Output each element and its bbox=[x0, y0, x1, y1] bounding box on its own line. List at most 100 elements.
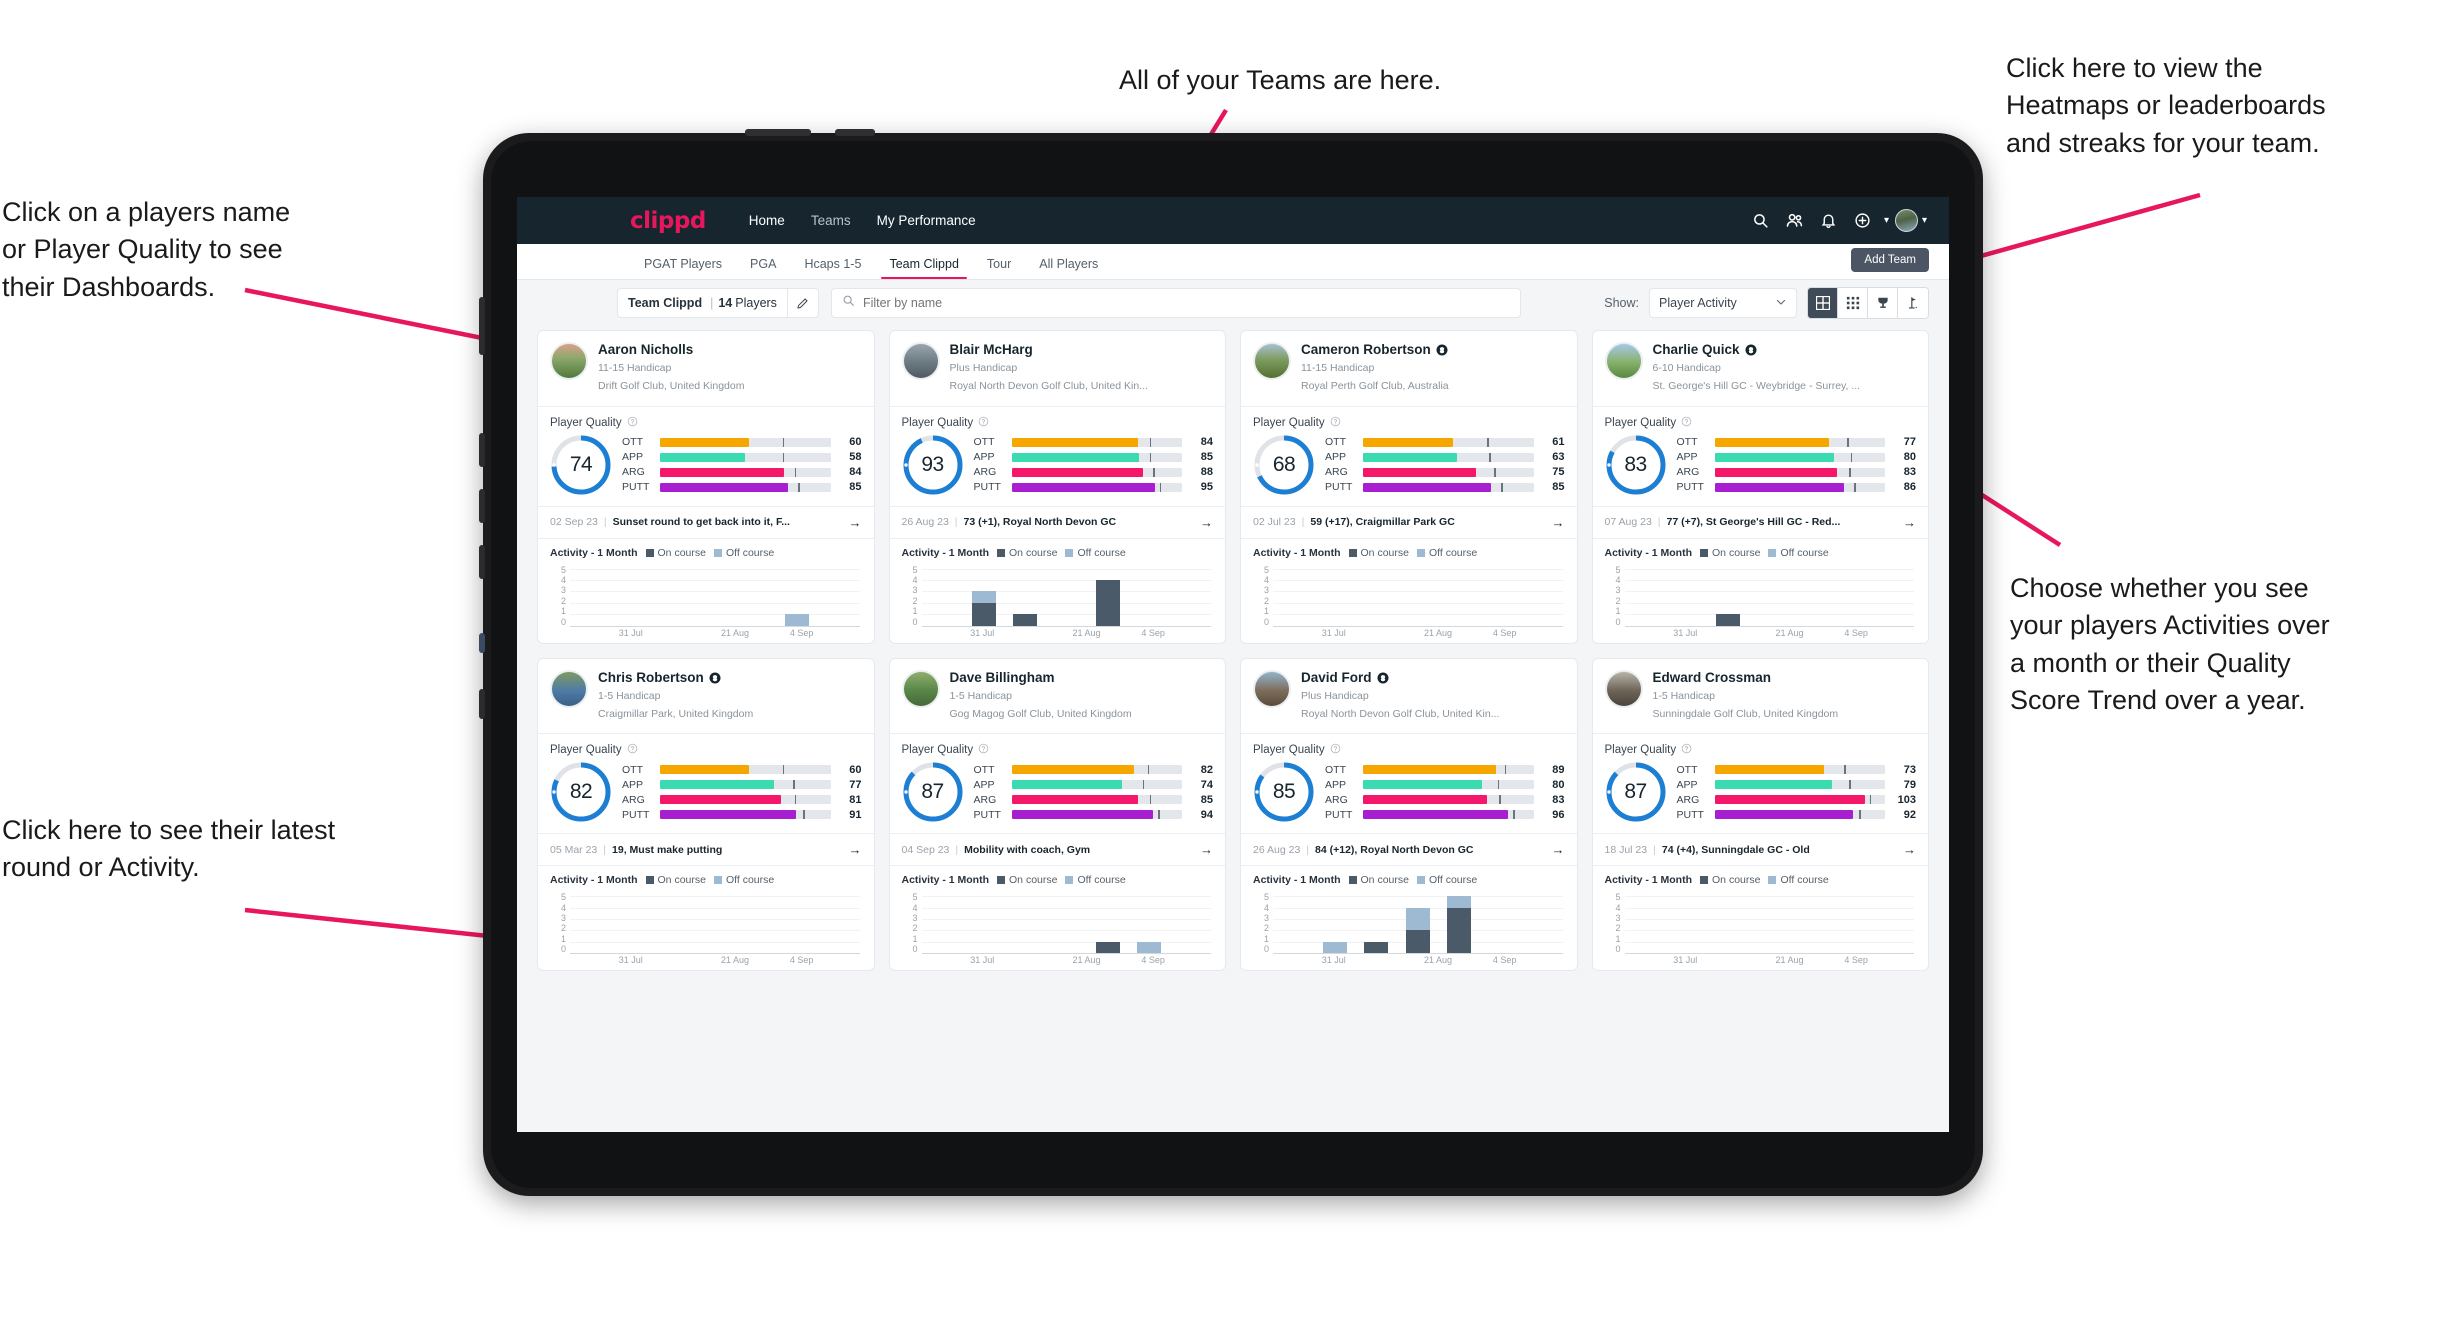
tab-pga[interactable]: PGA bbox=[736, 257, 790, 279]
avatar[interactable] bbox=[1894, 209, 1918, 232]
arrow-right-icon[interactable]: → bbox=[1552, 515, 1565, 530]
arrow-right-icon[interactable]: → bbox=[849, 842, 862, 857]
help-circle-icon[interactable] bbox=[1330, 416, 1341, 430]
player-avatar[interactable] bbox=[550, 342, 588, 380]
player-quality-section[interactable]: Player Quality 87 OTT 73 APP 79 ARG 103 … bbox=[1592, 733, 1928, 833]
tab-pgat-players[interactable]: PGAT Players bbox=[630, 257, 736, 279]
arrow-right-icon[interactable]: → bbox=[1903, 842, 1916, 857]
y-tick: 5 bbox=[912, 892, 918, 903]
chart-bar-stack bbox=[1715, 569, 1740, 626]
activity-header: Activity - 1 Month On course Off course bbox=[1605, 874, 1917, 886]
player-name-link[interactable]: Charlie Quick bbox=[1653, 342, 1861, 358]
dense-grid-view-icon[interactable] bbox=[1838, 288, 1868, 318]
latest-round-row[interactable]: 07 Aug 23 | 77 (+7), St George's Hill GC… bbox=[1592, 505, 1928, 538]
grid-view-icon[interactable] bbox=[1808, 288, 1838, 318]
player-card[interactable]: Aaron Nicholls 11-15 Handicap Drift Golf… bbox=[537, 330, 875, 644]
legend-off-course: Off course bbox=[713, 874, 774, 886]
latest-round-row[interactable]: 26 Aug 23 | 84 (+12), Royal North Devon … bbox=[1241, 833, 1577, 865]
player-name-link[interactable]: Edward Crossman bbox=[1653, 670, 1839, 686]
arrow-right-icon[interactable]: → bbox=[1200, 515, 1213, 530]
player-name-link[interactable]: Chris Robertson bbox=[598, 670, 753, 686]
player-card[interactable]: Cameron Robertson 11-15 Handicap Royal P… bbox=[1240, 330, 1578, 644]
player-header[interactable]: Cameron Robertson 11-15 Handicap Royal P… bbox=[1241, 331, 1577, 406]
trophy-icon[interactable] bbox=[1868, 288, 1898, 318]
tab-tour[interactable]: Tour bbox=[973, 257, 1025, 279]
player-header[interactable]: Chris Robertson 1-5 Handicap Craigmillar… bbox=[538, 659, 874, 734]
tab-hcaps-1-5[interactable]: Hcaps 1-5 bbox=[790, 257, 875, 279]
player-name-link[interactable]: Dave Billingham bbox=[950, 670, 1132, 686]
latest-round-row[interactable]: 02 Jul 23 | 59 (+17), Craigmillar Park G… bbox=[1241, 505, 1577, 538]
y-tick: 5 bbox=[1615, 564, 1621, 575]
player-header[interactable]: David Ford Plus Handicap Royal North Dev… bbox=[1241, 659, 1577, 734]
player-name-link[interactable]: Aaron Nicholls bbox=[598, 342, 744, 358]
arrow-right-icon[interactable]: → bbox=[1903, 515, 1916, 530]
people-icon[interactable] bbox=[1778, 204, 1812, 238]
bell-icon[interactable] bbox=[1812, 204, 1846, 238]
player-card[interactable]: Chris Robertson 1-5 Handicap Craigmillar… bbox=[537, 657, 875, 972]
player-header[interactable]: Charlie Quick 6-10 Handicap St. George's… bbox=[1593, 331, 1929, 406]
nav-link-my-performance[interactable]: My Performance bbox=[864, 213, 989, 228]
player-header[interactable]: Blair McHarg Plus Handicap Royal North D… bbox=[890, 331, 1226, 406]
player-quality-section[interactable]: Player Quality 87 OTT 82 APP 74 ARG 85 P… bbox=[889, 733, 1225, 833]
player-quality-section[interactable]: Player Quality 83 OTT 77 APP 80 ARG 83 P… bbox=[1592, 405, 1928, 506]
nav-link-home[interactable]: Home bbox=[736, 213, 798, 228]
player-quality-section[interactable]: Player Quality 74 OTT 60 APP 58 ARG 84 P… bbox=[538, 405, 874, 506]
player-avatar[interactable] bbox=[1253, 669, 1291, 708]
x-tick: 31 Jul bbox=[970, 627, 995, 638]
arrow-right-icon[interactable]: → bbox=[1200, 842, 1213, 857]
player-quality-section[interactable]: Player Quality 82 OTT 60 APP 77 ARG 81 P… bbox=[538, 733, 874, 833]
nav-link-teams[interactable]: Teams bbox=[798, 213, 864, 228]
flag-icon[interactable] bbox=[1898, 288, 1928, 318]
player-avatar[interactable] bbox=[901, 342, 940, 380]
chart-y-axis: 543210 bbox=[1605, 892, 1620, 954]
player-quality-section[interactable]: Player Quality 85 OTT 89 APP 80 ARG 83 P… bbox=[1241, 733, 1577, 833]
plus-circle-icon[interactable] bbox=[1846, 204, 1880, 238]
player-avatar[interactable] bbox=[1604, 342, 1643, 380]
chart-slot bbox=[1170, 896, 1211, 953]
help-circle-icon[interactable] bbox=[1681, 743, 1692, 757]
player-header[interactable]: Edward Crossman 1-5 Handicap Sunningdale… bbox=[1593, 659, 1929, 734]
player-header[interactable]: Aaron Nicholls 11-15 Handicap Drift Golf… bbox=[538, 331, 874, 406]
help-circle-icon[interactable] bbox=[978, 416, 989, 430]
player-avatar[interactable] bbox=[1253, 342, 1291, 380]
player-avatar[interactable] bbox=[901, 669, 940, 708]
search-input[interactable] bbox=[862, 296, 1510, 310]
show-select[interactable]: Player Activity bbox=[1649, 288, 1797, 318]
add-team-button[interactable]: Add Team bbox=[1851, 248, 1929, 272]
player-card[interactable]: Charlie Quick 6-10 Handicap St. George's… bbox=[1591, 330, 1929, 644]
latest-round-row[interactable]: 05 Mar 23 | 19, Must make putting → bbox=[538, 833, 874, 865]
help-circle-icon[interactable] bbox=[978, 743, 989, 757]
metric-value: 95 bbox=[1200, 481, 1213, 494]
help-circle-icon[interactable] bbox=[627, 743, 638, 757]
player-avatar[interactable] bbox=[1604, 669, 1643, 708]
plus-chevron-down-icon[interactable]: ▾ bbox=[1884, 215, 1889, 226]
player-card[interactable]: David Ford Plus Handicap Royal North Dev… bbox=[1240, 657, 1578, 972]
help-circle-icon[interactable] bbox=[1681, 416, 1692, 430]
player-header[interactable]: Dave Billingham 1-5 Handicap Gog Magog G… bbox=[890, 659, 1226, 734]
player-quality-section[interactable]: Player Quality 68 OTT 61 APP 63 ARG 75 P… bbox=[1241, 405, 1577, 506]
arrow-right-icon[interactable]: → bbox=[849, 515, 862, 530]
latest-round-row[interactable]: 04 Sep 23 | Mobility with coach, Gym → bbox=[889, 833, 1225, 865]
help-circle-icon[interactable] bbox=[1330, 743, 1341, 757]
search-input-wrapper[interactable] bbox=[830, 288, 1521, 318]
player-card[interactable]: Dave Billingham 1-5 Handicap Gog Magog G… bbox=[888, 657, 1226, 972]
player-card[interactable]: Blair McHarg Plus Handicap Royal North D… bbox=[888, 330, 1226, 644]
clippd-logo[interactable]: clippd bbox=[630, 208, 706, 234]
search-icon[interactable] bbox=[1744, 204, 1778, 238]
tab-all-players[interactable]: All Players bbox=[1025, 257, 1112, 279]
help-circle-icon[interactable] bbox=[627, 416, 638, 430]
player-avatar[interactable] bbox=[550, 669, 588, 708]
latest-round-row[interactable]: 26 Aug 23 | 73 (+1), Royal North Devon G… bbox=[889, 505, 1225, 538]
player-card[interactable]: Edward Crossman 1-5 Handicap Sunningdale… bbox=[1591, 657, 1929, 972]
player-quality-section[interactable]: Player Quality 93 OTT 84 APP 85 ARG 88 P… bbox=[889, 405, 1225, 506]
pencil-icon[interactable] bbox=[786, 288, 819, 318]
latest-round-row[interactable]: 18 Jul 23 | 74 (+4), Sunningdale GC - Ol… bbox=[1592, 833, 1928, 865]
tab-team-clippd[interactable]: Team Clippd bbox=[875, 257, 972, 279]
player-name-link[interactable]: Blair McHarg bbox=[950, 342, 1148, 358]
avatar-chevron-down-icon[interactable]: ▾ bbox=[1922, 215, 1927, 226]
arrow-right-icon[interactable]: → bbox=[1552, 842, 1565, 857]
latest-round-row[interactable]: 02 Sep 23 | Sunset round to get back int… bbox=[538, 505, 874, 538]
player-name-link[interactable]: Cameron Robertson bbox=[1301, 342, 1449, 358]
metric-bar-benchmark-tick bbox=[1149, 452, 1152, 462]
player-name-link[interactable]: David Ford bbox=[1301, 670, 1499, 686]
